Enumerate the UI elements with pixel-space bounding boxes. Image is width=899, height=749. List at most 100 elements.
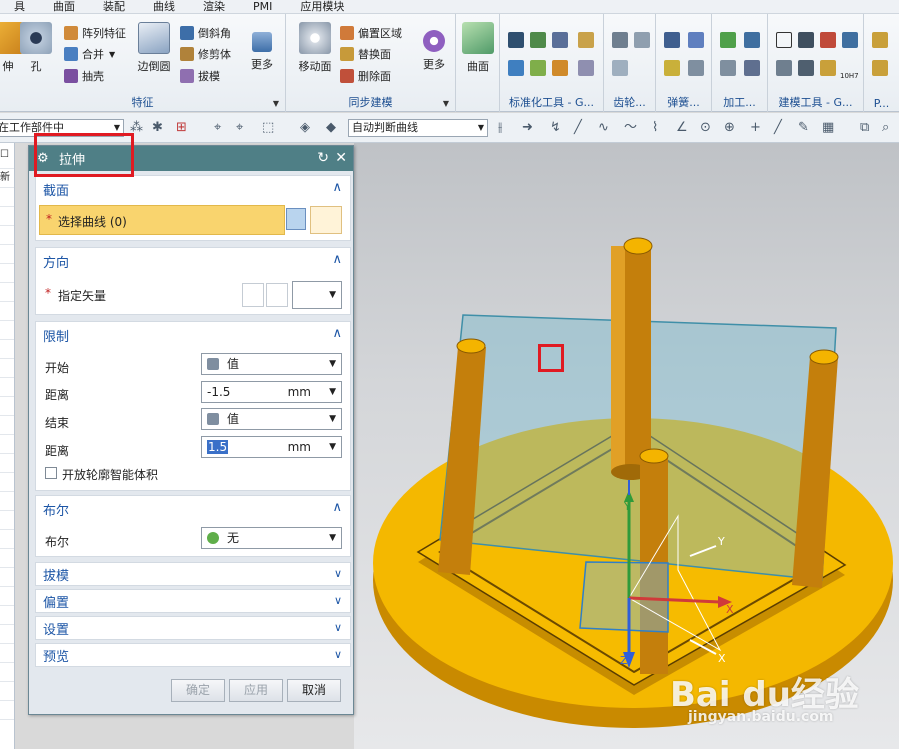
arrow-right-icon[interactable]: ➜: [522, 121, 533, 135]
gear-icon[interactable]: [634, 32, 650, 48]
angle-icon[interactable]: ∠: [676, 121, 688, 135]
gear-icon[interactable]: [612, 32, 628, 48]
navigator-row[interactable]: [0, 549, 14, 568]
reset-icon[interactable]: ↻: [317, 150, 329, 166]
menu-item-surface[interactable]: 曲面: [39, 0, 89, 14]
line-icon[interactable]: ╱: [774, 121, 782, 135]
spring-icon[interactable]: [664, 60, 680, 76]
navigator-row[interactable]: [0, 302, 14, 321]
reverse-direction-icon[interactable]: [242, 283, 264, 307]
move-face-button[interactable]: 移动面: [294, 22, 336, 74]
spring-icon[interactable]: [688, 32, 704, 48]
shell-button[interactable]: 抽壳: [64, 66, 104, 86]
target-icon[interactable]: ⊕: [724, 121, 735, 135]
navigator-row[interactable]: [0, 644, 14, 663]
tool-icon[interactable]: [798, 60, 814, 76]
section-header[interactable]: 截面 ∧: [36, 176, 350, 202]
pick-icon[interactable]: ⌖: [214, 121, 221, 135]
select-box-icon[interactable]: ⊞: [176, 121, 187, 135]
navigator-row[interactable]: [0, 625, 14, 644]
spring-icon[interactable]: [664, 32, 680, 48]
chevron-down-icon[interactable]: ▼: [273, 99, 279, 108]
tool-icon[interactable]: [798, 32, 814, 48]
edge-blend-button[interactable]: 边倒圆: [132, 22, 176, 74]
tool-icon[interactable]: [776, 60, 792, 76]
graphics-viewport[interactable]: Y X Z Y X Bai du经验 jingyan.baidu.com: [354, 143, 899, 749]
menu-item-assembly[interactable]: 装配: [89, 0, 139, 14]
circle-point-icon[interactable]: ⊙: [700, 121, 711, 135]
surface-button[interactable]: 曲面: [456, 22, 500, 74]
navigator-row[interactable]: [0, 606, 14, 625]
sketch-section-icon[interactable]: [286, 208, 306, 230]
tool-icon[interactable]: [578, 60, 594, 76]
intersection-icon[interactable]: ⫲: [498, 121, 502, 135]
face-icon[interactable]: ◆: [326, 121, 336, 135]
direction-header[interactable]: 方向 ∧: [36, 248, 350, 274]
navigator-row[interactable]: [0, 530, 14, 549]
tool-icon[interactable]: [872, 60, 888, 76]
preview-section[interactable]: 预览 ∨: [35, 643, 351, 667]
menu-item-render[interactable]: 渲染: [189, 0, 239, 14]
limits-header[interactable]: 限制 ∧: [36, 322, 350, 348]
pick-icon[interactable]: ⌖: [236, 121, 243, 135]
zoom-icon[interactable]: ⌕: [882, 121, 889, 135]
navigator-row[interactable]: [0, 682, 14, 701]
tool-icon[interactable]: [744, 60, 760, 76]
navigator-row[interactable]: [0, 454, 14, 473]
offset-section[interactable]: 偏置 ∨: [35, 589, 351, 613]
tool-icon[interactable]: [552, 32, 568, 48]
navigator-row[interactable]: [0, 264, 14, 283]
check-icon[interactable]: [720, 32, 736, 48]
menu-item-pmi[interactable]: PMI: [239, 0, 286, 14]
curve-icon[interactable]: ∿: [598, 121, 609, 135]
navigator-row[interactable]: [0, 378, 14, 397]
body-icon[interactable]: ◈: [300, 121, 310, 135]
navigator-row[interactable]: [0, 359, 14, 378]
curve-select-icon[interactable]: [310, 206, 342, 234]
navigator-row[interactable]: [0, 397, 14, 416]
start-distance-input[interactable]: -1.5 mm ▼: [201, 381, 342, 403]
open-profile-checkbox[interactable]: [45, 467, 57, 479]
curve-rule-select[interactable]: 自动判断曲线 ▼: [348, 119, 488, 137]
chamfer-button[interactable]: 倒斜角: [180, 23, 231, 43]
tool-icon[interactable]: [872, 32, 888, 48]
unite-button[interactable]: 合并 ▼: [64, 44, 115, 64]
tool-icon[interactable]: [744, 32, 760, 48]
gear-icon[interactable]: [612, 60, 628, 76]
spring-icon[interactable]: [688, 60, 704, 76]
tool-icon[interactable]: [820, 32, 836, 48]
menu-item-tools[interactable]: 具: [0, 0, 39, 14]
navigator-row[interactable]: [0, 511, 14, 530]
navigator-row[interactable]: [0, 321, 14, 340]
cancel-button[interactable]: 取消: [287, 679, 341, 702]
triangle-icon[interactable]: [776, 32, 792, 48]
navigator-row[interactable]: [0, 435, 14, 454]
wave-icon[interactable]: 〜: [624, 121, 637, 135]
hole-button[interactable]: 孔: [14, 22, 58, 74]
offset-region-button[interactable]: 偏置区域: [340, 23, 402, 43]
tool-icon[interactable]: [508, 32, 524, 48]
tool-icon[interactable]: [508, 60, 524, 76]
start-type-select[interactable]: 值 ▼: [201, 353, 342, 375]
end-type-select[interactable]: 值 ▼: [201, 408, 342, 430]
navigator-row[interactable]: [0, 226, 14, 245]
navigator-row[interactable]: [0, 245, 14, 264]
ok-button[interactable]: 确定: [171, 679, 225, 702]
navigator-row[interactable]: [0, 492, 14, 511]
tool-icon[interactable]: [530, 32, 546, 48]
navigator-row[interactable]: [0, 188, 14, 207]
curve-icon[interactable]: ⌇: [652, 121, 658, 135]
navigator-row[interactable]: [0, 283, 14, 302]
sync-more-button[interactable]: 更多: [412, 22, 456, 72]
navigator-row[interactable]: [0, 340, 14, 359]
plus-icon[interactable]: +: [750, 121, 761, 135]
grid-icon[interactable]: ▦: [822, 121, 834, 135]
filter-icon[interactable]: ✱: [152, 121, 163, 135]
tool-icon[interactable]: [720, 60, 736, 76]
menu-item-apps[interactable]: 应用模块: [286, 0, 358, 14]
vector-type-dropdown[interactable]: ▼: [292, 281, 342, 309]
pen-icon[interactable]: ✎: [798, 121, 809, 135]
navigator-row[interactable]: [0, 568, 14, 587]
tool-icon[interactable]: [842, 32, 858, 48]
tool-icon[interactable]: [530, 60, 546, 76]
